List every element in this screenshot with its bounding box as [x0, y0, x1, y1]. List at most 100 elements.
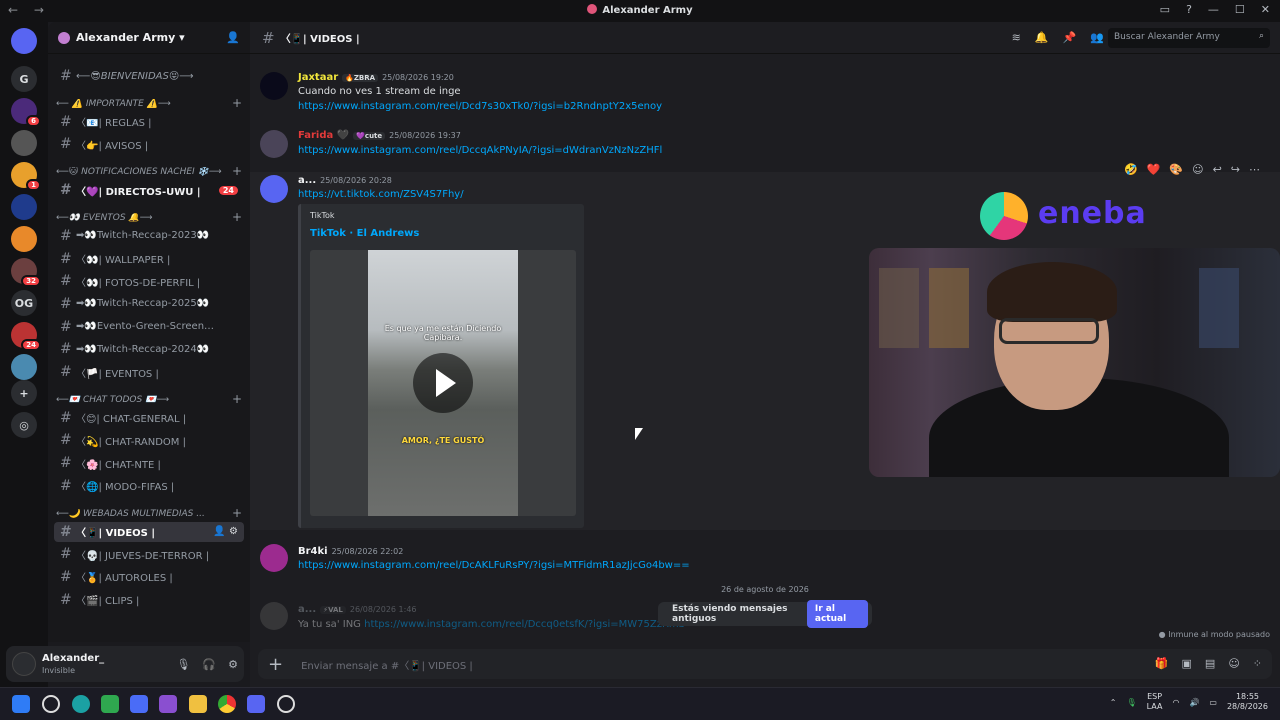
channel-item[interactable]: # 〈📱| VIDEOS | 👤 ⚙	[54, 521, 244, 542]
inbox-icon[interactable]: ▭	[1160, 3, 1170, 16]
chrome-icon[interactable]	[218, 695, 236, 713]
channel-item[interactable]: # 〈🏅| AUTOROLES |	[54, 567, 244, 587]
channel-item[interactable]: # 〈🏳️| EVENTOS |	[54, 362, 244, 382]
play-icon[interactable]	[413, 353, 473, 413]
maximize-icon[interactable]: ☐	[1235, 3, 1245, 16]
channel-category[interactable]: ⟵👀 EVENTOS 🔔⟶ +	[56, 213, 242, 224]
members-icon[interactable]: 👥	[1090, 31, 1104, 44]
emoji-icon[interactable]: ☺	[1228, 657, 1239, 670]
add-channel-icon[interactable]: +	[232, 509, 242, 520]
app-icon[interactable]	[277, 695, 295, 713]
more-icon[interactable]: ⋯	[1249, 163, 1260, 176]
sticker-icon[interactable]: ▤	[1205, 657, 1215, 670]
channel-item[interactable]: # 〈📧| REGLAS |	[54, 112, 244, 132]
bell-icon[interactable]: 🔔	[1035, 31, 1049, 44]
app-icon[interactable]	[159, 695, 177, 713]
avatar[interactable]	[12, 652, 36, 676]
embed-title[interactable]: TikTok · El Andrews	[310, 228, 419, 239]
volume-icon[interactable]: 🔊	[1189, 698, 1199, 707]
windows-start-icon[interactable]	[12, 695, 30, 713]
server-icon-purple-x[interactable]: 6	[11, 98, 41, 127]
message-link[interactable]: https://www.instagram.com/reel/DcAKLFuRs…	[298, 560, 690, 571]
channel-category[interactable]: ⟵ ⚠️ IMPORTANTE ⚠️⟶ +	[56, 99, 242, 110]
channel-category[interactable]: ⟵💌 CHAT TODOS 💌⟶ +	[56, 395, 242, 406]
channel-category[interactable]: ⟵🌙 WEBADAS MULTIMEDIAS ... +	[56, 509, 242, 520]
server-icon-alexander-army[interactable]	[11, 354, 37, 380]
discord-icon[interactable]	[247, 695, 265, 713]
avatar[interactable]	[260, 175, 288, 203]
message-composer[interactable]: + Enviar mensaje a #〈📱| VIDEOS | 🎁 ▣ ▤ ☺…	[258, 649, 1272, 679]
search-input[interactable]: Buscar Alexander Army ⌕	[1108, 28, 1270, 48]
add-attachment-icon[interactable]: +	[268, 654, 283, 675]
channel-item[interactable]: # 〈😊| CHAT-GENERAL |	[54, 408, 244, 428]
author-name[interactable]: Farida 🖤	[298, 130, 349, 141]
server-icon-dark-figure[interactable]	[11, 130, 37, 156]
author-name[interactable]: Jaxtaar	[298, 72, 338, 83]
gif-icon[interactable]: ▣	[1182, 657, 1192, 670]
add-channel-icon[interactable]: +	[232, 99, 242, 110]
server-header[interactable]: Alexander Army ▾ 👤	[48, 22, 250, 54]
edge-icon[interactable]	[72, 695, 90, 713]
author-name[interactable]: a...	[298, 604, 316, 615]
add-channel-icon[interactable]: +	[232, 167, 242, 178]
author-name[interactable]: Br4ki	[298, 546, 328, 557]
channel-item[interactable]: # 〈👀| WALLPAPER |	[54, 249, 244, 269]
channel-item[interactable]: # 〈🌐| MODO-FIFAS |	[54, 476, 244, 496]
server-icon-red-anime[interactable]: 24	[11, 322, 41, 351]
server-icon-beatles[interactable]	[11, 194, 37, 220]
message-link[interactable]: https://www.instagram.com/reel/DccqAkPNy…	[298, 145, 662, 156]
add-channel-icon[interactable]: +	[232, 395, 242, 406]
laugh-reaction-icon[interactable]: 🤣	[1124, 163, 1138, 176]
battery-icon[interactable]: ▭	[1209, 698, 1217, 707]
headphones-icon[interactable]: 🎧	[202, 658, 216, 671]
channel-settings-icon[interactable]: 👤 ⚙	[213, 526, 238, 537]
channel-item[interactable]: # ➡👀Twitch-Reccap-2024👀	[54, 339, 244, 359]
channel-item[interactable]: # 〈💫| CHAT-RANDOM |	[54, 430, 244, 450]
channel-item[interactable]: # 〈👀| FOTOS-DE-PERFIL |	[54, 271, 244, 291]
discover-icon[interactable]: ◎	[11, 412, 37, 438]
server-icon-home[interactable]	[11, 28, 37, 54]
help-icon[interactable]: ?	[1186, 3, 1192, 16]
channel-item[interactable]: # ⟵😎BIENVENIDAS😝⟶	[54, 66, 244, 86]
add-reaction-icon[interactable]: ☺	[1192, 163, 1203, 176]
avatar[interactable]	[260, 72, 288, 100]
custom-reaction-icon[interactable]: 🎨	[1169, 163, 1183, 176]
add-member-icon[interactable]: 👤	[226, 31, 240, 44]
pin-icon[interactable]: 📌	[1063, 31, 1077, 44]
microphone-icon[interactable]: 🎙	[1126, 698, 1136, 707]
add-server-icon[interactable]: +	[11, 380, 37, 406]
author-name[interactable]: a...	[298, 175, 316, 186]
search-icon[interactable]	[42, 695, 60, 713]
server-icon-OG[interactable]: OG	[11, 290, 37, 316]
video-thumbnail[interactable]: Es que ya me están Diciendo Capibara. AM…	[310, 250, 576, 516]
channel-item[interactable]: # ➡👀Twitch-Reccap-2025👀	[54, 294, 244, 314]
forward-icon[interactable]: ↪	[1231, 163, 1240, 176]
channel-category[interactable]: ⟵🐱 NOTIFICACIONES NACHEI ❄️⟶ +	[56, 167, 242, 178]
jump-to-present-button[interactable]: Ir al actual	[806, 600, 868, 628]
folder-icon[interactable]	[189, 695, 207, 713]
channel-item[interactable]: # 〈🎬| CLIPS |	[54, 590, 244, 610]
add-channel-icon[interactable]: +	[232, 213, 242, 224]
wifi-icon[interactable]: ◠	[1172, 698, 1179, 707]
message-link[interactable]: https://www.instagram.com/reel/Dccq0etsf…	[364, 619, 685, 630]
close-icon[interactable]: ✕	[1261, 3, 1270, 16]
microphone-icon[interactable]: 🎙	[176, 658, 190, 671]
channel-item[interactable]: # ➡👀Twitch-Reccap-2023👀	[54, 226, 244, 246]
channel-item[interactable]: # 〈💜| DIRECTOS-UWU | 24	[54, 180, 244, 200]
xbox-icon[interactable]	[101, 695, 119, 713]
channel-item[interactable]: # ➡👀Evento-Green-Screen…	[54, 317, 244, 337]
avatar[interactable]	[260, 602, 288, 630]
settings-gear-icon[interactable]: ⚙	[228, 658, 238, 671]
reply-icon[interactable]: ↩	[1213, 163, 1222, 176]
message-input[interactable]: Enviar mensaje a #〈📱| VIDEOS |	[301, 657, 473, 672]
chevron-up-icon[interactable]: ⌃	[1110, 698, 1117, 707]
heart-reaction-icon[interactable]: ❤️	[1147, 163, 1161, 176]
avatar[interactable]	[260, 544, 288, 572]
channel-item[interactable]: # 〈👉| AVISOS |	[54, 134, 244, 154]
server-icon-orange-face[interactable]	[11, 226, 37, 252]
message-link[interactable]: https://vt.tiktok.com/ZSV4S7Fhy/	[298, 189, 464, 200]
message-link[interactable]: https://www.instagram.com/reel/Dcd7s30xT…	[298, 101, 662, 112]
server-icon-emoji-server[interactable]: 1	[11, 162, 41, 191]
channel-item[interactable]: # 〈🌸| CHAT-NTE |	[54, 453, 244, 473]
app-icon[interactable]	[130, 695, 148, 713]
